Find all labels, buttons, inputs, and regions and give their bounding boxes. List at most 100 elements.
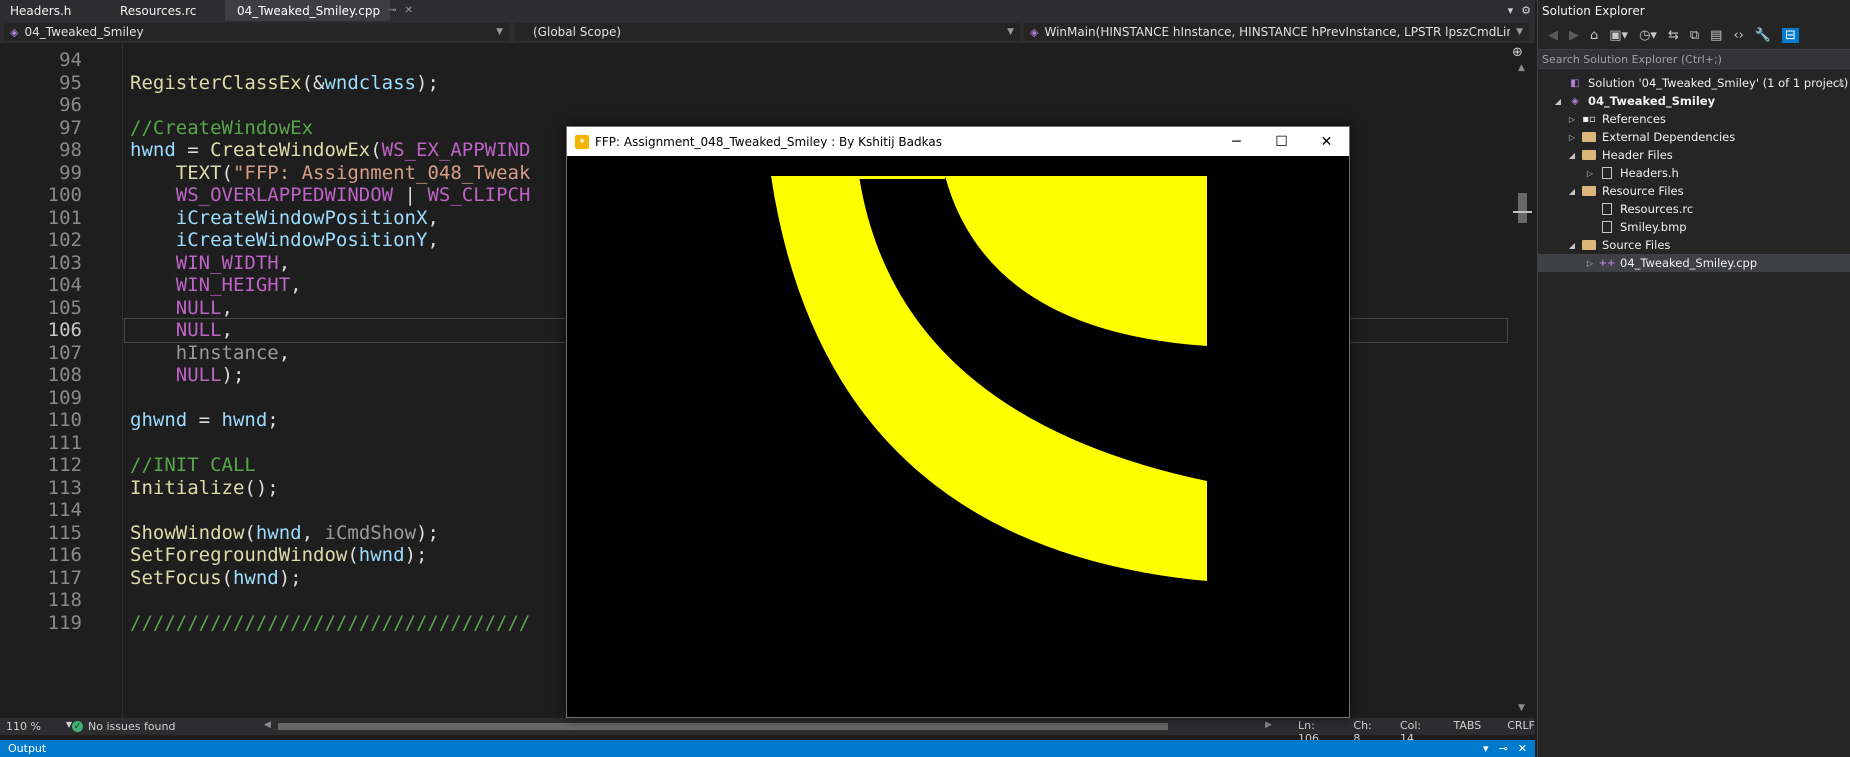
tree-node-project[interactable]: ◢ ◈ 04_Tweaked_Smiley	[1538, 92, 1850, 110]
close-icon[interactable]: ✕	[1518, 742, 1527, 755]
code-view-icon[interactable]: ‹›	[1733, 28, 1743, 43]
scope-dropdown[interactable]: (Global Scope) ▼	[515, 23, 1020, 41]
minimize-icon[interactable]: ─	[1214, 127, 1259, 156]
project-dropdown[interactable]: ◈ 04_Tweaked_Smiley ▼	[4, 23, 509, 41]
tree-node-label: 04_Tweaked_Smiley.cpp	[1620, 256, 1758, 270]
scrollbar-thumb[interactable]	[1518, 193, 1527, 223]
code-text: ghwnd = hwnd;	[130, 409, 279, 432]
code-text: Initialize();	[130, 476, 279, 499]
chevron-down-icon[interactable]: ▾	[1483, 742, 1489, 755]
line-number: 108	[47, 364, 82, 387]
smiley-render	[567, 156, 1349, 717]
tree-node-source-files[interactable]: ◢ Source Files	[1538, 236, 1850, 254]
expanded-arrow-icon[interactable]: ◢	[1566, 187, 1578, 196]
preview-selected-icon[interactable]: ⊟	[1782, 27, 1799, 43]
expanded-arrow-icon[interactable]: ◢	[1566, 151, 1578, 160]
issues-indicator[interactable]: ✓ No issues found	[72, 720, 252, 733]
collapse-all-icon[interactable]: ⧉	[1690, 28, 1699, 43]
tree-node-04-tweaked-smiley-cpp[interactable]: ▷ ++ 04_Tweaked_Smiley.cpp	[1538, 254, 1850, 272]
app-window-tweaked-smiley[interactable]: ✦ FFP: Assignment_048_Tweaked_Smiley : B…	[566, 126, 1350, 718]
project-icon: ◈	[1571, 95, 1579, 107]
sync-icon[interactable]: ⇆	[1668, 28, 1679, 43]
expanded-arrow-icon[interactable]: ◢	[1566, 241, 1578, 250]
line-number: 105	[47, 296, 82, 319]
line-number: 98	[59, 139, 82, 162]
properties-wrench-icon[interactable]: 🔧	[1755, 28, 1771, 43]
tab-04-tweaked-smiley-cpp[interactable]: 04_Tweaked_Smiley.cpp ⊸ ✕	[225, 0, 413, 21]
gear-icon[interactable]: ⚙	[1521, 4, 1531, 17]
line-number: 114	[47, 499, 82, 522]
solution-icon: ◧	[1570, 77, 1580, 89]
collapsed-arrow-icon[interactable]: ▷	[1584, 169, 1596, 178]
collapsed-arrow-icon[interactable]: ▷	[1584, 259, 1596, 268]
tree-node-label: Headers.h	[1620, 166, 1679, 180]
line-number: 109	[47, 386, 82, 409]
navigation-bar: ◈ 04_Tweaked_Smiley ▼ (Global Scope) ▼ ◈ W…	[0, 21, 1535, 43]
code-text: TEXT("FFP: Assignment_048_Tweak	[175, 161, 531, 184]
zoom-dropdown[interactable]: 110 % ▼	[0, 720, 72, 733]
collapsed-arrow-icon[interactable]: ▷	[1566, 115, 1578, 124]
split-editor-icon[interactable]: ⊕	[1512, 45, 1523, 60]
resource-file-icon	[1599, 203, 1615, 215]
code-text: RegisterClassEx(&wndclass);	[130, 71, 439, 94]
code-text: WS_OVERLAPPEDWINDOW | WS_CLIPCH	[175, 184, 531, 207]
tab-bar-controls: ▾ ⚙	[1508, 0, 1535, 21]
forward-icon[interactable]: ▶	[1569, 28, 1579, 43]
line-number: 96	[59, 94, 82, 117]
scope-dropdown-label: (Global Scope)	[533, 25, 622, 39]
show-all-files-icon[interactable]: ▤	[1710, 28, 1722, 43]
close-icon[interactable]: ✕	[1304, 127, 1349, 156]
app-window-titlebar[interactable]: ✦ FFP: Assignment_048_Tweaked_Smiley : B…	[567, 127, 1349, 156]
expanded-arrow-icon[interactable]: ◢	[1552, 97, 1564, 106]
switch-views-icon[interactable]: ▣▾	[1609, 28, 1628, 43]
bitmap-file-icon	[1599, 221, 1615, 233]
tree-node-label: 04_Tweaked_Smiley	[1588, 94, 1716, 108]
code-text: SetForegroundWindow(hwnd);	[130, 544, 428, 567]
output-panel-header[interactable]: Output ▾ ⊸ ✕	[0, 740, 1535, 757]
close-tab-icon[interactable]: ✕	[404, 5, 412, 16]
tree-node-external-dependencies[interactable]: ▷ External Dependencies	[1538, 128, 1850, 146]
tree-node-header-files[interactable]: ◢ Header Files	[1538, 146, 1850, 164]
pending-changes-icon[interactable]: ◷▾	[1639, 28, 1657, 43]
tab-label: 04_Tweaked_Smiley.cpp	[237, 3, 381, 18]
output-panel-title: Output	[8, 742, 47, 755]
line-number: 101	[47, 206, 82, 229]
solution-explorer-panel: Solution Explorer ◀ ▶ ⌂ ▣▾ ◷▾ ⇆ ⧉ ▤ ‹› 🔧…	[1537, 0, 1850, 757]
tab-resources-rc[interactable]: Resources.rc	[110, 0, 225, 21]
check-circle-icon: ✓	[72, 721, 83, 732]
collapsed-arrow-icon[interactable]: ▷	[1566, 133, 1578, 142]
line-number: 102	[47, 229, 82, 252]
line-number: 103	[47, 251, 82, 274]
editor-vertical-scrollbar[interactable]: ▲ ▼	[1510, 43, 1535, 718]
solution-explorer-search-input[interactable]: Search Solution Explorer (Ctrl+;)	[1538, 49, 1850, 69]
tab-dropdown-icon[interactable]: ▾	[1508, 4, 1514, 17]
editor-horizontal-scrollbar[interactable]: ◀ ▶	[262, 720, 1272, 731]
line-number: 100	[47, 184, 82, 207]
home-icon[interactable]: ⌂	[1590, 28, 1598, 43]
horizontal-scrollbar-thumb[interactable]	[278, 723, 1168, 730]
folder-icon	[1581, 185, 1597, 197]
back-icon[interactable]: ◀	[1548, 28, 1558, 43]
scroll-up-icon[interactable]: ▲	[1838, 78, 1844, 87]
scroll-down-icon[interactable]: ▼	[1518, 703, 1525, 713]
tree-node-references[interactable]: ▷ ▪▫ References	[1538, 110, 1850, 128]
code-text: WIN_WIDTH,	[175, 251, 291, 274]
solution-explorer-scrollbar[interactable]: ▲	[1838, 74, 1848, 744]
maximize-icon[interactable]: ☐	[1259, 127, 1304, 156]
pin-icon[interactable]: ⊸	[1499, 742, 1508, 755]
tree-node-smiley-bmp[interactable]: Smiley.bmp	[1538, 218, 1850, 236]
code-text: //INIT CALL	[130, 454, 256, 477]
tree-node-resource-files[interactable]: ◢ Resource Files	[1538, 182, 1850, 200]
line-number: 113	[47, 476, 82, 499]
function-icon: ◈	[1030, 26, 1039, 39]
tab-headers-h[interactable]: Headers.h	[0, 0, 110, 21]
tree-node-resources-rc[interactable]: Resources.rc	[1538, 200, 1850, 218]
opengl-canvas	[567, 156, 1349, 717]
tree-node-headers-h[interactable]: ▷ Headers.h	[1538, 164, 1850, 182]
scroll-right-icon[interactable]: ▶	[1265, 720, 1272, 730]
tree-node-solution[interactable]: ◧ Solution '04_Tweaked_Smiley' (1 of 1 p…	[1538, 74, 1850, 92]
pin-tab-icon[interactable]: ⊸	[388, 5, 396, 16]
scroll-up-icon[interactable]: ▲	[1518, 63, 1525, 73]
function-dropdown[interactable]: ◈ WinMain(HINSTANCE hInstance, HINSTANCE …	[1024, 23, 1529, 41]
scroll-left-icon[interactable]: ◀	[264, 720, 271, 730]
